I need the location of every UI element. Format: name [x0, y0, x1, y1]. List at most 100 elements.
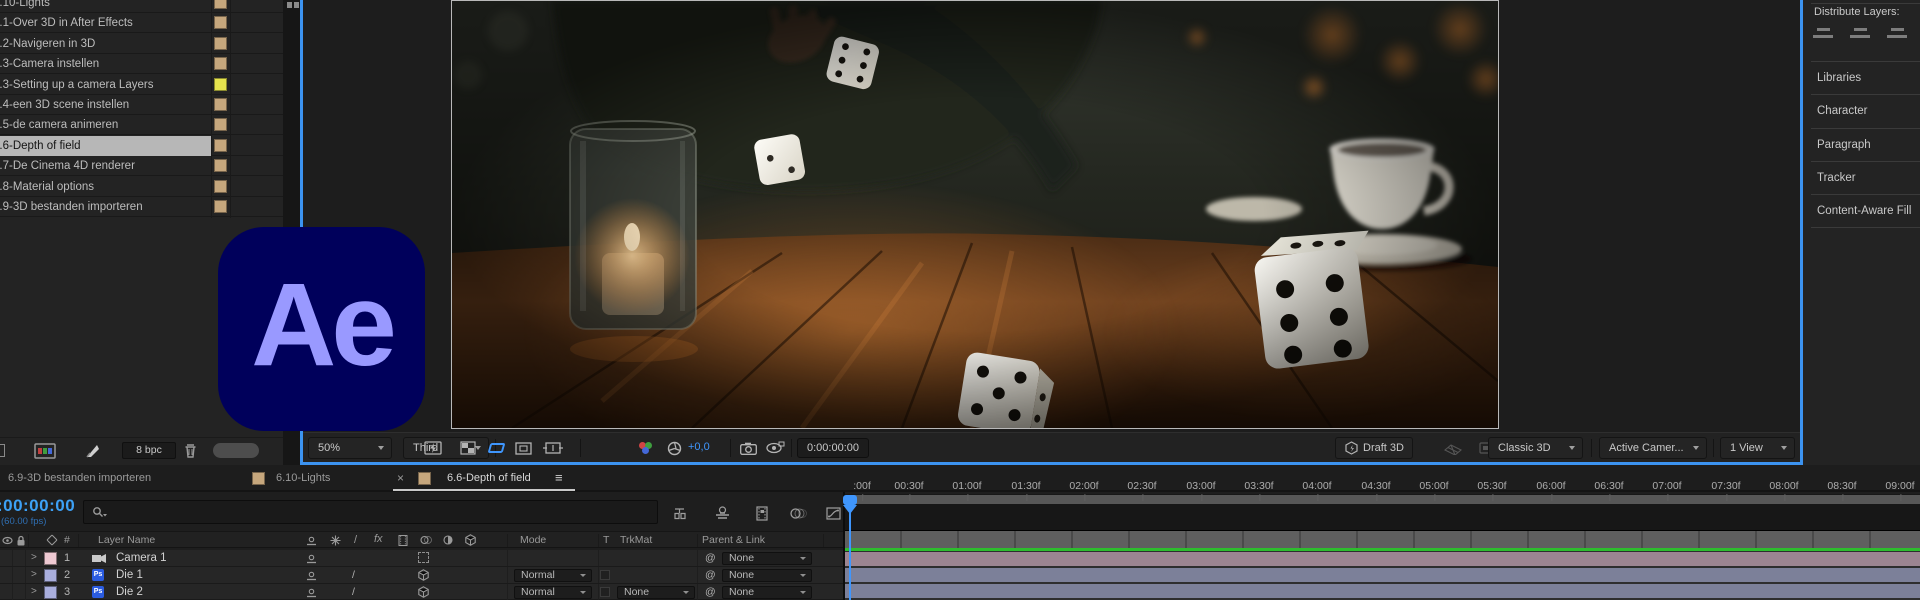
frame-blending-icon[interactable]	[752, 505, 772, 521]
footage-interpret-icon[interactable]	[34, 443, 56, 459]
layer-row-die-1[interactable]: > 2 Ps Die 1 / Normal @ None	[0, 567, 843, 584]
label-color-chip[interactable]	[214, 0, 227, 9]
current-time-display[interactable]: 0:00:00:00	[0, 496, 75, 516]
region-of-interest-icon[interactable]	[484, 438, 508, 458]
parent-link-column-header[interactable]: Parent & Link	[702, 534, 765, 546]
tab-menu-icon[interactable]: ≡	[555, 470, 563, 485]
layer-name[interactable]: Camera 1	[116, 552, 167, 564]
3d-layer-toggle-icon[interactable]	[418, 569, 429, 581]
preserve-transparency-checkbox[interactable]	[600, 570, 610, 580]
layer-color-swatch[interactable]	[44, 586, 57, 599]
exposure-reset-icon[interactable]	[662, 438, 686, 458]
frame-blend-column-icon[interactable]	[398, 535, 408, 546]
expander-icon[interactable]: >	[31, 552, 37, 563]
quality-toggle-icon[interactable]: /	[352, 569, 355, 581]
magnification-dropdown[interactable]: 50%	[308, 437, 392, 459]
timeline-tab-active[interactable]: 6.6-Depth of field	[447, 472, 531, 484]
effects-column-icon[interactable]: fx	[374, 533, 383, 545]
project-item[interactable]: 6.3-Setting up a camera Layers	[0, 75, 283, 95]
timeline-tab[interactable]: 6.9-3D bestanden importeren	[8, 472, 151, 484]
label-color-chip[interactable]	[214, 78, 227, 91]
quality-column-icon[interactable]: /	[354, 534, 357, 546]
view-layout-dropdown[interactable]: 1 View	[1720, 437, 1795, 459]
project-item-selected[interactable]: 6.6-Depth of field	[0, 136, 283, 156]
project-item[interactable]: 6.1-Over 3D in After Effects	[0, 13, 283, 33]
layer-bar-die-1[interactable]	[845, 568, 1920, 582]
parent-dropdown[interactable]: None	[722, 552, 812, 565]
composition-canvas[interactable]	[451, 0, 1499, 429]
project-item[interactable]: 6.7-De Cinema 4D renderer	[0, 156, 283, 176]
label-color-chip[interactable]	[214, 159, 227, 172]
pick-whip-icon[interactable]: @	[705, 552, 716, 564]
quality-toggle-icon[interactable]: /	[352, 586, 355, 598]
project-item[interactable]: 6.4-een 3D scene instellen	[0, 95, 283, 115]
snapshot-camera-icon[interactable]	[736, 438, 760, 458]
lock-icon[interactable]	[16, 535, 26, 546]
pixel-aspect-icon[interactable]	[541, 438, 565, 458]
collapse-transformations-icon[interactable]	[330, 535, 341, 546]
blend-mode-dropdown[interactable]: Normal	[514, 586, 592, 599]
3d-layer-toggle-icon[interactable]	[418, 586, 429, 598]
project-item[interactable]: 6.3-Camera instellen	[0, 54, 283, 74]
renderer-dropdown[interactable]: Classic 3D	[1488, 437, 1583, 459]
layer-row-die-2[interactable]: > 3 Ps Die 2 / Normal None @ None	[0, 584, 843, 600]
sidebar-tab-tracker[interactable]: Tracker	[1803, 163, 1920, 193]
color-depth-button[interactable]: 8 bpc	[122, 442, 176, 459]
transparency-grid-icon[interactable]	[456, 438, 480, 458]
label-color-chip[interactable]	[214, 16, 227, 29]
graph-editor-icon[interactable]	[823, 505, 843, 521]
show-channels-icon[interactable]	[634, 438, 658, 458]
project-item[interactable]: 6.5-de camera animeren	[0, 115, 283, 135]
trkmat-dropdown[interactable]: None	[617, 586, 695, 599]
label-color-chip[interactable]	[214, 200, 227, 213]
fast-previews-icon[interactable]	[421, 438, 445, 458]
layer-name[interactable]: Die 1	[116, 569, 143, 581]
time-navigator-bar[interactable]	[845, 495, 1920, 504]
shy-toggle-icon[interactable]	[306, 588, 317, 598]
motion-blur-column-icon[interactable]	[420, 535, 433, 545]
label-color-chip[interactable]	[214, 139, 227, 152]
shy-column-icon[interactable]	[306, 536, 317, 546]
camera-view-dropdown[interactable]: Active Camer...	[1599, 437, 1707, 459]
shy-toggle-icon[interactable]	[306, 571, 317, 581]
mode-column-header[interactable]: Mode	[520, 534, 546, 546]
viewer-timecode[interactable]: 0:00:00:00	[797, 438, 869, 458]
label-color-chip[interactable]	[214, 180, 227, 193]
panel-options-icon[interactable]	[287, 2, 300, 9]
layer-color-swatch[interactable]	[44, 569, 57, 582]
distribute-top-icon[interactable]	[1813, 26, 1841, 42]
parent-dropdown[interactable]: None	[722, 586, 812, 599]
project-item[interactable]: 6.10-Lights	[0, 0, 283, 13]
work-area-bar[interactable]	[845, 531, 1920, 548]
distribute-bottom-icon[interactable]	[1887, 26, 1915, 42]
blend-mode-dropdown[interactable]: Normal	[514, 569, 592, 582]
tab-close-icon[interactable]: ×	[397, 471, 404, 485]
motion-blur-icon[interactable]	[788, 505, 808, 521]
time-ruler[interactable]	[845, 494, 1920, 531]
project-item[interactable]: 6.2-Navigeren in 3D	[0, 34, 283, 54]
layer-row-camera-1[interactable]: > 1 Camera 1 @ None	[0, 550, 843, 567]
layer-color-swatch[interactable]	[44, 552, 57, 565]
sidebar-tab-character[interactable]: Character	[1803, 96, 1920, 126]
mini-flowchart-icon[interactable]	[670, 505, 690, 521]
pick-whip-icon[interactable]: @	[705, 586, 716, 598]
parent-constraint-icon[interactable]	[418, 552, 429, 563]
safe-margins-icon[interactable]	[511, 438, 535, 458]
paint-brush-icon[interactable]	[84, 443, 100, 459]
expander-icon[interactable]: >	[31, 569, 37, 580]
sidebar-tab-libraries[interactable]: Libraries	[1803, 63, 1920, 93]
adjustment-layer-column-icon[interactable]	[443, 535, 453, 545]
video-eye-icon[interactable]	[2, 536, 13, 545]
label-color-chip[interactable]	[214, 118, 227, 131]
search-input[interactable]	[83, 500, 658, 524]
3d-layer-column-icon[interactable]	[465, 534, 476, 546]
preserve-transparency-checkbox[interactable]	[600, 587, 610, 597]
t-column-header[interactable]: T	[603, 534, 609, 546]
parent-dropdown[interactable]: None	[722, 569, 812, 582]
pick-whip-icon[interactable]: @	[705, 569, 716, 581]
draft-3d-button[interactable]: Draft 3D	[1335, 437, 1413, 459]
shy-toggle-icon[interactable]	[306, 554, 317, 564]
layer-name[interactable]: Die 2	[116, 586, 143, 598]
sidebar-tab-paragraph[interactable]: Paragraph	[1803, 130, 1920, 160]
exposure-value[interactable]: +0,0	[688, 441, 710, 453]
